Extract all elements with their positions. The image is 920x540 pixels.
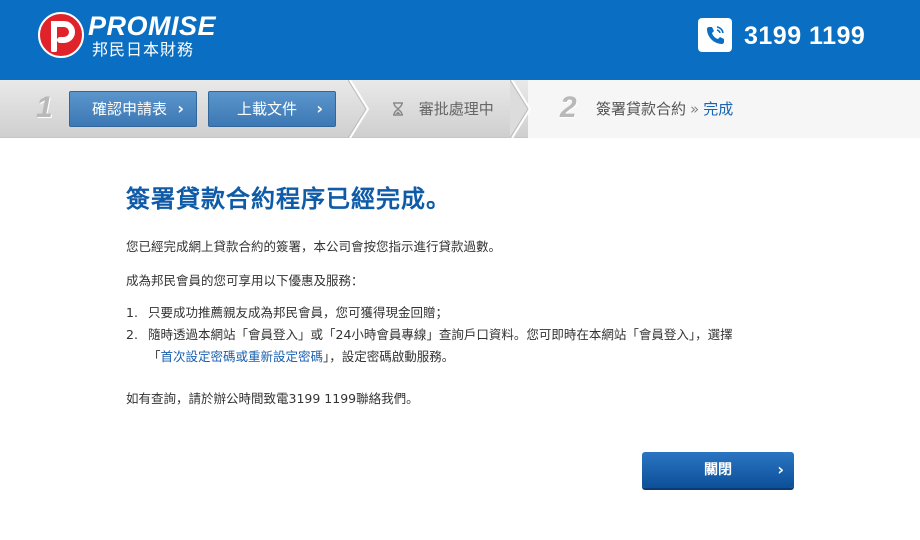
brand-name: PROMISE: [88, 11, 217, 41]
member-benefits-intro: 成為邦民會員的您可享用以下優惠及服務：: [126, 273, 364, 288]
close-button-label: 關閉: [704, 462, 732, 478]
list-item-text: 隨時透過本網站「會員登入」或「24小時會員專線」查詢戶口資料。您可即時在本網站「…: [148, 327, 733, 342]
upload-documents-label: 上載文件: [237, 100, 298, 118]
completed-label: 完成: [703, 100, 734, 118]
quote-close-text: 」，設定密碼啟動服務。: [323, 349, 455, 364]
chevron-right-icon: ›: [316, 99, 323, 118]
chevron-right-icon: ›: [177, 99, 184, 118]
list-item-number: 1.: [126, 305, 138, 320]
progress-steps: 1 確認申請表 › 上載文件 › 審批處理中 2 簽署貸款合約» 完成: [0, 80, 920, 138]
upload-documents-step-button[interactable]: 上載文件 ›: [208, 91, 336, 127]
phone-icon: [698, 18, 732, 52]
header: PROMISE 邦民日本財務 3199 1199: [0, 0, 920, 80]
current-step-text: 簽署貸款合約» 完成: [596, 98, 733, 120]
list-item-number: 2.: [126, 327, 138, 342]
hourglass-icon: [393, 102, 403, 116]
set-password-link[interactable]: 首次設定密碼或重新設定密碼: [161, 349, 324, 364]
confirm-application-step-button[interactable]: 確認申請表 ›: [69, 91, 197, 127]
phone-number: 3199 1199: [744, 22, 866, 50]
brand-logo[interactable]: PROMISE 邦民日本財務: [38, 12, 218, 68]
enquiry-message: 如有查詢，請於辦公時間致電3199 1199聯絡我們。: [126, 391, 419, 406]
page-title: 簽署貸款合約程序已經完成。: [126, 185, 451, 213]
list-item: 1. 只要成功推薦親友成為邦民會員，您可獲得現金回贈；: [126, 302, 733, 324]
list-item-continuation: 「首次設定密碼或重新設定密碼」，設定密碼啟動服務。: [126, 346, 733, 368]
sign-contract-label: 簽署貸款合約: [596, 100, 687, 118]
step-separator-arrow: [510, 80, 532, 138]
review-processing-step: 審批處理中: [392, 98, 494, 120]
brand-subtitle: 邦民日本財務: [92, 40, 195, 59]
completion-message: 您已經完成網上貸款合約的簽署，本公司會按您指示進行貸款過數。: [126, 239, 502, 254]
quote-open: 「: [148, 349, 161, 364]
confirm-application-label: 確認申請表: [92, 100, 168, 118]
close-button[interactable]: 關閉 ›: [642, 452, 794, 488]
list-item-text: 只要成功推薦親友成為邦民會員，您可獲得現金回贈；: [148, 305, 449, 320]
step-1-number: 1: [36, 91, 53, 124]
promise-logo-icon: [38, 12, 84, 58]
list-item: 2. 隨時透過本網站「會員登入」或「24小時會員專線」查詢戶口資料。您可即時在本…: [126, 324, 733, 346]
step-separator-arrow: [348, 80, 370, 138]
chevron-right-icon: ›: [777, 460, 784, 479]
benefits-list: 1. 只要成功推薦親友成為邦民會員，您可獲得現金回贈； 2. 隨時透過本網站「會…: [126, 302, 733, 368]
step-separator: »: [690, 100, 700, 118]
review-processing-label: 審批處理中: [418, 100, 494, 118]
step-2-number: 2: [560, 91, 577, 124]
